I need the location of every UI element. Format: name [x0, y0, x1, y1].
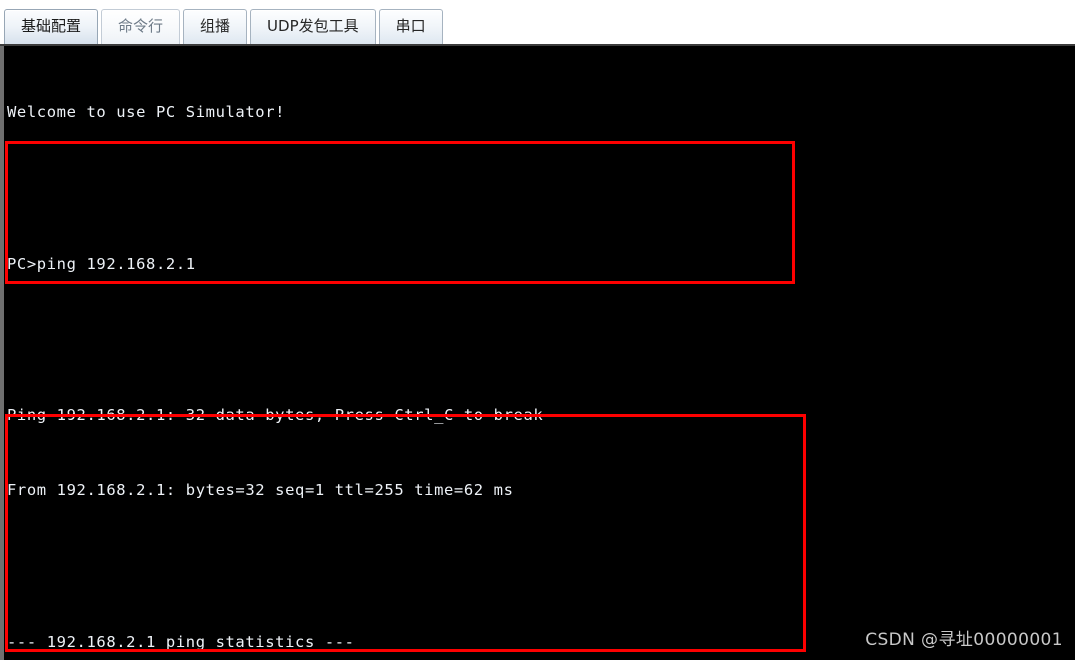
tab-multicast[interactable]: 组播 [183, 9, 248, 44]
terminal-line: Ping 192.168.2.1: 32 data bytes, Press C… [7, 405, 544, 424]
tab-command-line[interactable]: 命令行 [101, 9, 181, 44]
tab-udp-packet-tool[interactable]: UDP发包工具 [250, 9, 376, 44]
pc-simulator-window: 基础配置 命令行 组播 UDP发包工具 串口 Welcome to use PC… [0, 0, 1075, 660]
tab-serial-port[interactable]: 串口 [378, 9, 443, 44]
tab-strip: 基础配置 命令行 组播 UDP发包工具 串口 [0, 0, 1075, 44]
terminal-output: Welcome to use PC Simulator! PC>ping 192… [4, 46, 1075, 660]
csdn-watermark: CSDN @寻址00000001 [865, 630, 1063, 650]
terminal-line: PC>ping 192.168.2.1 [7, 254, 196, 273]
tab-basic-config[interactable]: 基础配置 [4, 9, 99, 44]
terminal-line: From 192.168.2.1: bytes=32 seq=1 ttl=255… [7, 481, 514, 500]
terminal-line: Welcome to use PC Simulator! [7, 103, 286, 122]
terminal-console[interactable]: Welcome to use PC Simulator! PC>ping 192… [0, 44, 1075, 660]
